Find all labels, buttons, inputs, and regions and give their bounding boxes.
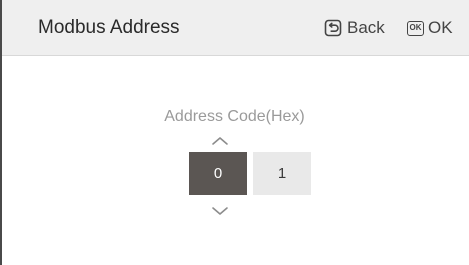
address-digit[interactable]: 1 — [253, 152, 311, 195]
ok-button[interactable]: OK OK — [407, 18, 453, 38]
ok-key-icon: OK — [407, 20, 424, 36]
back-return-icon — [324, 19, 342, 37]
modbus-address-screen: Modbus Address Back OK OK Address Code(H… — [0, 0, 469, 265]
chevron-down-icon — [212, 207, 228, 215]
back-button[interactable]: Back — [324, 18, 385, 38]
address-digit-selected[interactable]: 0 — [189, 152, 247, 195]
chevron-up-icon — [212, 137, 228, 145]
increment-arrow[interactable] — [211, 133, 229, 145]
ok-label: OK — [428, 18, 453, 37]
header-bar: Modbus Address Back OK OK — [2, 0, 469, 56]
back-label: Back — [347, 18, 385, 37]
decrement-arrow[interactable] — [211, 203, 229, 215]
address-code-label: Address Code(Hex) — [164, 108, 305, 125]
page-title: Modbus Address — [38, 17, 180, 38]
